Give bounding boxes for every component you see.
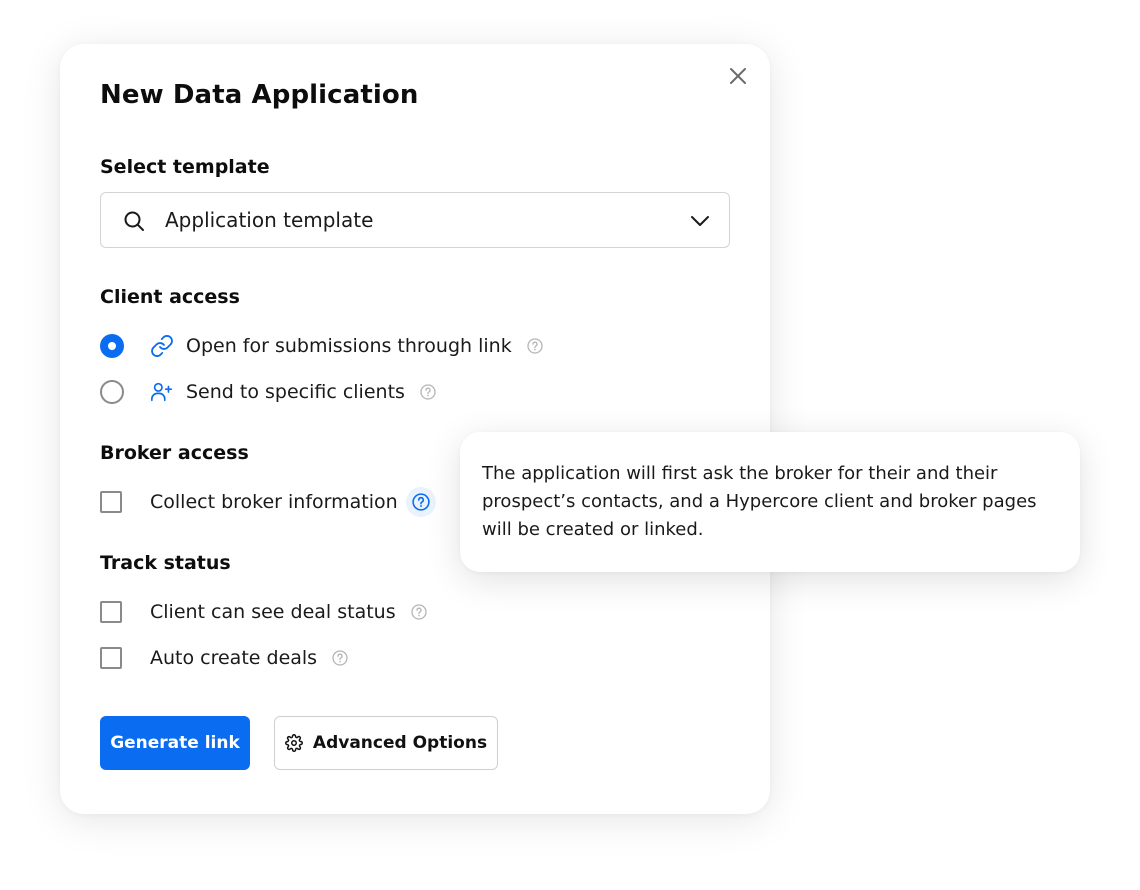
- tooltip-text: The application will first ask the broke…: [482, 463, 1037, 540]
- link-icon: [150, 334, 174, 358]
- user-plus-icon: [150, 380, 174, 404]
- help-icon-active[interactable]: [405, 487, 436, 517]
- help-icon[interactable]: [410, 603, 428, 621]
- broker-info-tooltip: The application will first ask the broke…: [460, 432, 1080, 572]
- advanced-options-button[interactable]: Advanced Options: [274, 716, 498, 770]
- generate-link-button[interactable]: Generate link: [100, 716, 250, 770]
- close-icon: [730, 68, 746, 84]
- radio-open-submissions[interactable]: [100, 334, 124, 358]
- checkbox-auto-create-deals[interactable]: [100, 647, 122, 669]
- client-access-option-specific[interactable]: Send to specific clients: [100, 377, 437, 407]
- checkbox-collect-broker-info[interactable]: [100, 491, 122, 513]
- broker-access-option[interactable]: Collect broker information: [100, 487, 436, 517]
- search-icon: [123, 210, 145, 236]
- dialog-title: New Data Application: [100, 80, 419, 110]
- help-icon[interactable]: [419, 383, 437, 401]
- radio-send-specific-clients[interactable]: [100, 380, 124, 404]
- track-status-label: Track status: [100, 552, 231, 574]
- track-status-option-deal-status[interactable]: Client can see deal status: [100, 597, 428, 627]
- help-icon[interactable]: [526, 337, 544, 355]
- help-icon[interactable]: [331, 649, 349, 667]
- checkbox-label: Auto create deals: [150, 647, 318, 669]
- track-status-option-auto-deals[interactable]: Auto create deals: [100, 643, 349, 673]
- broker-access-label: Broker access: [100, 442, 249, 464]
- client-access-option-label: Send to specific clients: [186, 381, 405, 403]
- close-button[interactable]: [724, 62, 752, 90]
- client-access-option-label: Open for submissions through link: [186, 335, 512, 357]
- template-select-value: Application template: [165, 208, 374, 232]
- advanced-options-label: Advanced Options: [312, 733, 488, 753]
- chevron-down-icon: [689, 210, 711, 236]
- checkbox-client-deal-status[interactable]: [100, 601, 122, 623]
- gear-icon: [284, 734, 303, 752]
- checkbox-label: Collect broker information: [150, 491, 398, 513]
- new-data-application-dialog: New Data Application Select template App…: [60, 44, 770, 814]
- select-template-label: Select template: [100, 156, 270, 178]
- template-select[interactable]: Application template: [100, 192, 730, 248]
- client-access-option-link[interactable]: Open for submissions through link: [100, 331, 544, 361]
- checkbox-label: Client can see deal status: [150, 601, 396, 623]
- client-access-label: Client access: [100, 286, 240, 308]
